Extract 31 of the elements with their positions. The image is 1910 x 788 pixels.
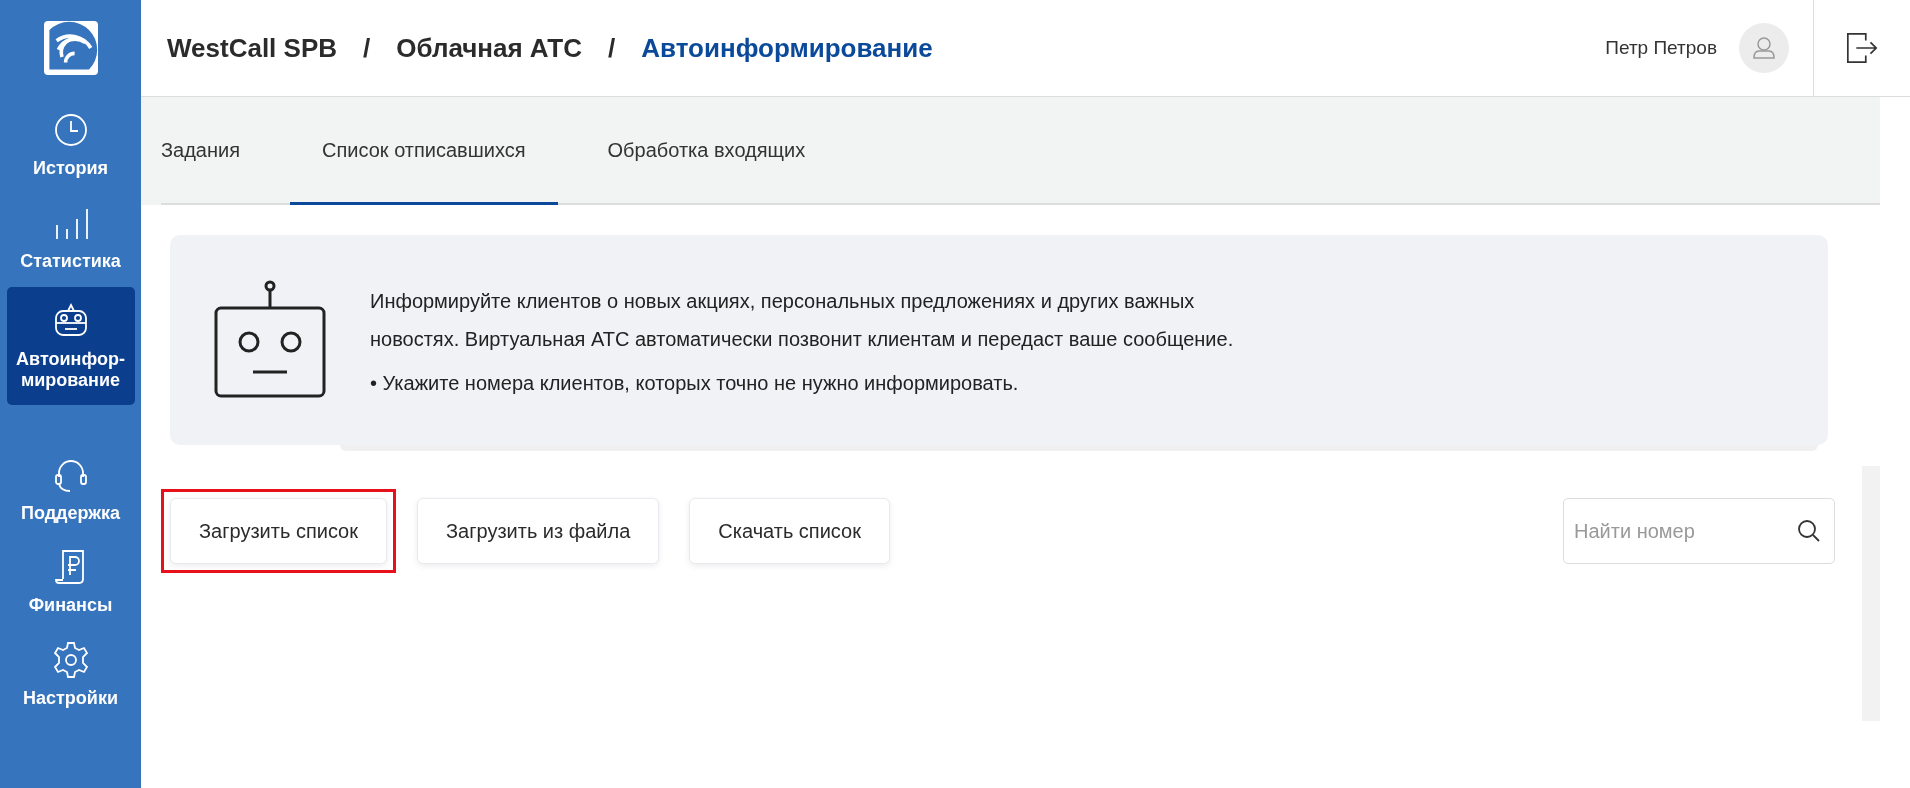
- search-field[interactable]: Найти номер: [1563, 498, 1835, 564]
- sidebar-item[interactable]: Поддержка: [6, 440, 135, 534]
- info-bullet: • Укажите номера клиентов, которых точно не нужно информировать.: [370, 371, 1020, 396]
- logout-icon[interactable]: [1845, 31, 1879, 65]
- sidebar-item[interactable]: Статистика: [6, 188, 135, 282]
- sidebar-label: Настройки: [22, 688, 119, 709]
- sidebar-label: Автоинфор-мирование: [15, 349, 126, 391]
- breadcrumb-link[interactable]: Облачная АТС: [396, 32, 582, 64]
- sidebar-label: Финансы: [27, 595, 114, 617]
- sidebar-item[interactable]: История: [6, 96, 135, 189]
- action-button[interactable]: Загрузить из файла: [417, 498, 660, 564]
- sidebar-item[interactable]: Настройки: [6, 626, 135, 719]
- sidebar-label: Статистика: [19, 250, 122, 272]
- avatar-icon[interactable]: [1739, 23, 1789, 73]
- tab[interactable]: Обработка входящих: [575, 135, 838, 205]
- breadcrumb-separator: /: [608, 32, 616, 64]
- search-icon: [1797, 519, 1821, 543]
- action-button[interactable]: Скачать список: [689, 498, 890, 564]
- action-button[interactable]: Загрузить список: [170, 498, 387, 564]
- robot-icon: [213, 280, 327, 400]
- tab[interactable]: Задания: [161, 135, 273, 205]
- logo-icon: [43, 21, 98, 75]
- info-paragraph: Информируйте клиентов о новых акциях, персональных предложениях и других важных новостях. Виртуальная АТС автоматически позвонит клиентам и передаст ваше сообщение.: [370, 289, 1235, 352]
- sidebar-label: Поддержка: [19, 502, 122, 524]
- user-name: Петр Петров: [1605, 37, 1717, 59]
- sidebar-item[interactable]: Автоинфор-мирование: [6, 287, 135, 405]
- breadcrumb-link[interactable]: WestCall SPB: [167, 32, 337, 64]
- sidebar-item[interactable]: Финансы: [6, 533, 135, 627]
- breadcrumb-separator: /: [363, 32, 371, 64]
- tab[interactable]: Список отписавшихся: [290, 135, 558, 205]
- sidebar-label: История: [31, 158, 110, 179]
